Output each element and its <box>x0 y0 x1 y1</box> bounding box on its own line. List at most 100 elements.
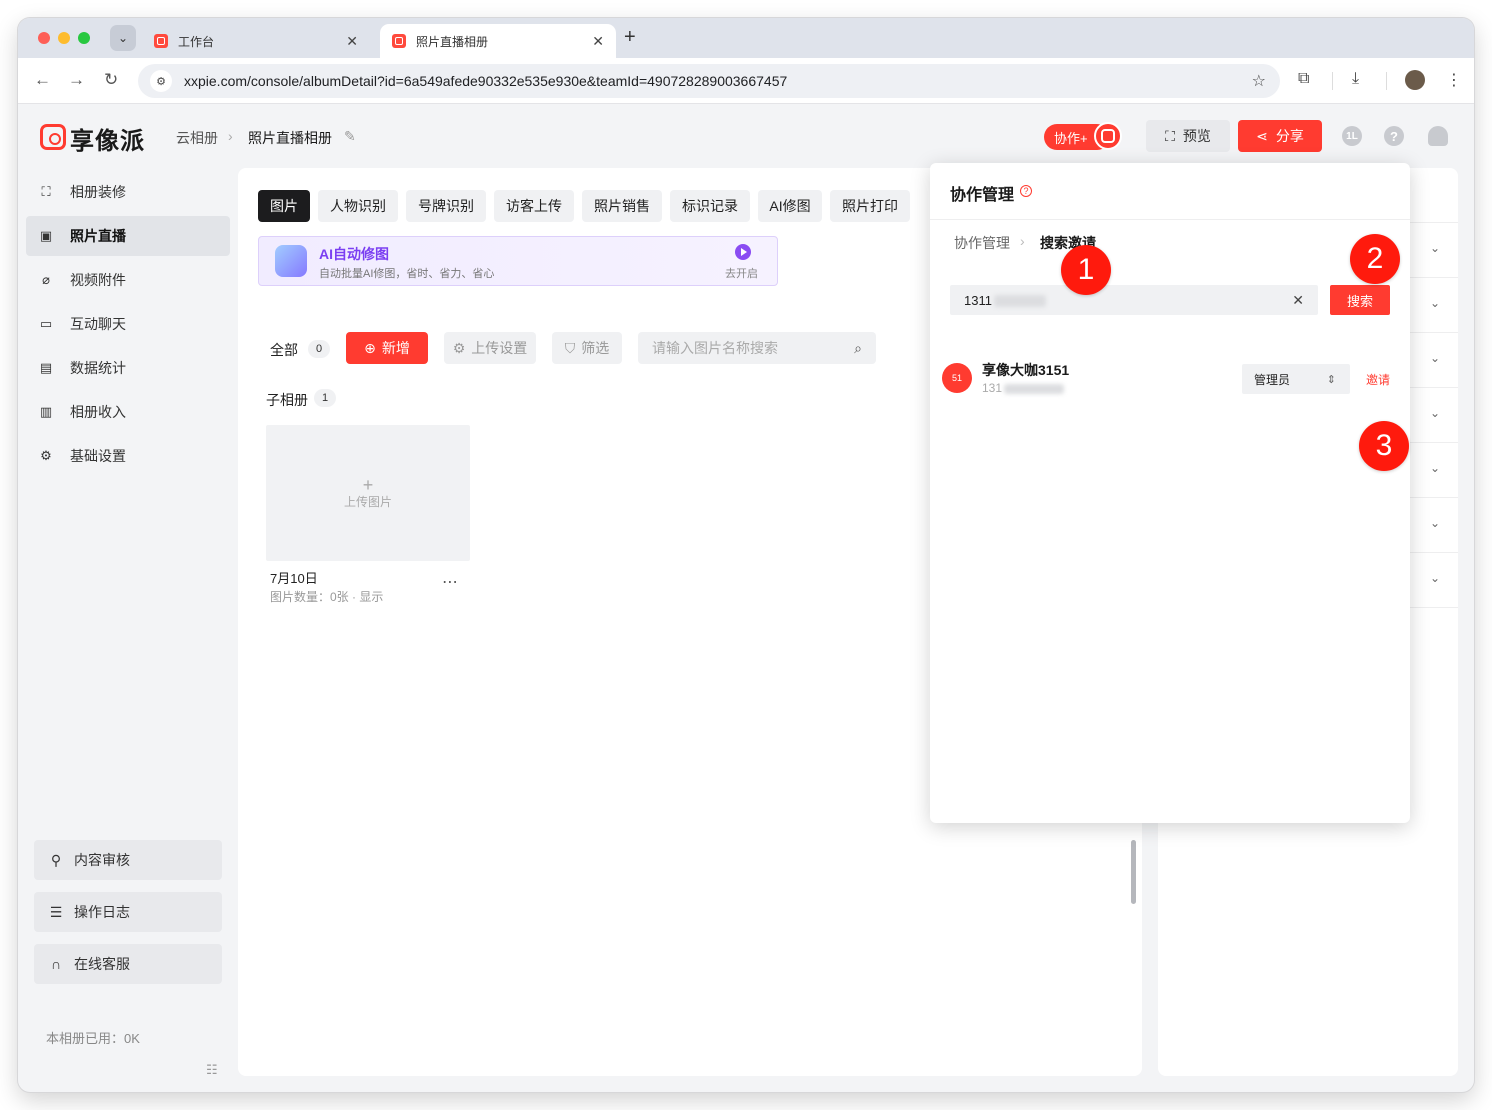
chevron-down-icon[interactable]: ⌄ <box>1430 461 1440 475</box>
tab-title: 照片直播相册 <box>416 34 489 49</box>
chevron-down-icon[interactable]: ⌄ <box>110 25 136 51</box>
ai-banner-subtitle: 自动批量AI修图，省时、省力、省心 <box>319 268 495 280</box>
collab-management-popover: 协作管理 ? 协作管理 › 搜索邀请 1311 ✕ 搜索 51 享像大咖3151… <box>930 163 1410 823</box>
tab-bib-recognition[interactable]: 号牌识别 <box>406 190 486 222</box>
download-icon[interactable]: ⤓ <box>1352 70 1359 88</box>
close-icon[interactable]: ✕ <box>592 33 604 50</box>
reload-icon[interactable]: ↻ <box>104 70 118 90</box>
step-marker-1: 1 <box>1061 245 1111 295</box>
funnel-icon: ⛉ <box>564 339 576 356</box>
star-icon[interactable]: ☆ <box>1252 71 1266 91</box>
collab-logo-icon[interactable] <box>1094 122 1122 150</box>
help-icon[interactable]: ? <box>1020 185 1032 197</box>
profile-avatar[interactable] <box>1405 70 1425 90</box>
sidebar-item-video[interactable]: ⌀ 视频附件 <box>26 260 230 300</box>
browser-tab-album[interactable]: 照片直播相册 ✕ <box>380 24 616 58</box>
scrollbar-thumb[interactable] <box>1131 840 1136 904</box>
sidebar-item-label: 数据统计 <box>70 360 126 376</box>
tab-photo-sales[interactable]: 照片销售 <box>582 190 662 222</box>
url-text[interactable]: xxpie.com/console/albumDetail?id=6a549af… <box>184 73 1252 89</box>
ai-retouch-banner[interactable]: AI自动修图 自动批量AI修图，省时、省力、省心 去开启 <box>258 236 778 286</box>
puzzle-icon[interactable]: ⧉ <box>1298 70 1309 88</box>
sidebar-item-decoration[interactable]: ⛶ 相册装修 <box>26 172 230 212</box>
arrow-right-icon[interactable]: → <box>68 70 85 90</box>
play-icon[interactable] <box>735 244 751 260</box>
collab-button-label: 协作+ <box>1054 130 1088 146</box>
chevron-down-icon[interactable]: ⌄ <box>1430 241 1440 255</box>
sidebar-item-income[interactable]: ▥ 相册收入 <box>26 392 230 432</box>
chevron-down-icon[interactable]: ⌄ <box>1430 351 1440 365</box>
stamp-icon: ⚲ <box>50 851 62 868</box>
sidebar-item-label: 相册收入 <box>70 404 126 420</box>
tab-photo-print[interactable]: 照片打印 <box>830 190 910 222</box>
user-avatar[interactable]: 1L <box>1342 126 1362 146</box>
tune-icon[interactable]: ⚙ <box>150 70 172 92</box>
chevron-down-icon[interactable]: ⌄ <box>1430 406 1440 420</box>
close-icon[interactable]: ✕ <box>346 33 358 50</box>
browser-tab-workbench[interactable]: 工作台 ✕ <box>142 24 370 58</box>
document-icon: ☰ <box>49 903 63 920</box>
more-vertical-icon[interactable]: ⋮ <box>1446 70 1462 90</box>
add-button[interactable]: ⊕ 新增 <box>346 332 428 364</box>
wallet-icon: ▥ <box>39 404 53 419</box>
chevron-down-icon[interactable]: ⌄ <box>1430 296 1440 310</box>
content-review-button[interactable]: ⚲ 内容审核 <box>34 840 222 880</box>
image-search-input[interactable]: 请输入图片名称搜索 ⌕ <box>638 332 876 364</box>
filter-button[interactable]: ⛉ 筛选 <box>552 332 622 364</box>
arrow-left-icon[interactable]: ← <box>34 70 51 90</box>
tab-mark-records[interactable]: 标识记录 <box>670 190 750 222</box>
upload-settings-label: 上传设置 <box>471 340 528 356</box>
help-icon[interactable]: ? <box>1384 126 1404 146</box>
plus-icon[interactable]: + <box>624 26 636 49</box>
chevron-right-icon: › <box>1020 233 1025 249</box>
address-bar[interactable]: ⚙ xxpie.com/console/albumDetail?id=6a549… <box>138 64 1280 98</box>
search-button[interactable]: 搜索 <box>1330 285 1390 315</box>
tab-ai-retouch[interactable]: AI修图 <box>758 190 822 222</box>
logo-icon <box>40 124 66 150</box>
edit-icon[interactable]: ✎ <box>344 128 356 145</box>
phone-search-input[interactable]: 1311 ✕ <box>950 285 1318 315</box>
more-horizontal-icon[interactable]: ⋯ <box>442 572 458 592</box>
browser-toolbar: ← → ↻ ⚙ xxpie.com/console/albumDetail?id… <box>18 58 1474 104</box>
tab-images[interactable]: 图片 <box>258 190 310 222</box>
bell-icon[interactable] <box>1428 126 1448 146</box>
preview-button[interactable]: ⛶ 预览 <box>1146 120 1230 152</box>
chevron-down-icon[interactable]: ⌄ <box>1430 571 1440 585</box>
bottom-btn-label: 内容审核 <box>74 852 130 868</box>
collapse-icon[interactable]: ☷ <box>206 1062 218 1078</box>
logo-text[interactable]: 享像派 <box>70 121 145 156</box>
upload-image-card[interactable]: + 上传图片 <box>266 425 470 561</box>
search-value: 1311 <box>964 293 1046 308</box>
chevron-down-icon[interactable]: ⌄ <box>1430 516 1440 530</box>
online-service-button[interactable]: ∩ 在线客服 <box>34 944 222 984</box>
sidebar-item-photo-live[interactable]: ▣ 照片直播 <box>26 216 230 256</box>
share-button[interactable]: ⋖ 分享 <box>1238 120 1322 152</box>
tab-visitor-upload[interactable]: 访客上传 <box>494 190 574 222</box>
sidebar-item-stats[interactable]: ▤ 数据统计 <box>26 348 230 388</box>
close-icon[interactable]: ✕ <box>1292 292 1304 309</box>
ai-banner-title: AI自动修图 <box>319 246 389 262</box>
invite-button[interactable]: 邀请 <box>1366 371 1390 388</box>
close-window-button[interactable] <box>38 32 50 44</box>
upload-settings-button[interactable]: ⚙ 上传设置 <box>444 332 536 364</box>
sidebar-item-chat[interactable]: ▭ 互动聊天 <box>26 304 230 344</box>
maximize-window-button[interactable] <box>78 32 90 44</box>
operation-log-button[interactable]: ☰ 操作日志 <box>34 892 222 932</box>
site-favicon-icon <box>154 34 168 48</box>
ai-banner-action[interactable]: 去开启 <box>725 265 758 281</box>
search-placeholder: 请输入图片名称搜索 <box>652 340 778 356</box>
sub-album-count-badge: 1 <box>314 389 336 407</box>
divider <box>930 219 1410 220</box>
minimize-window-button[interactable] <box>58 32 70 44</box>
breadcrumb-collab[interactable]: 协作管理 <box>954 233 1010 253</box>
chevron-updown-icon: ⇕ <box>1326 373 1336 386</box>
filter-all-label[interactable]: 全部 <box>270 340 298 360</box>
sidebar-item-settings[interactable]: ⚙ 基础设置 <box>26 436 230 476</box>
preview-label: 预览 <box>1182 128 1211 144</box>
tab-face-recognition[interactable]: 人物识别 <box>318 190 398 222</box>
search-icon[interactable]: ⌕ <box>854 340 862 357</box>
share-icon: ⋖ <box>1256 127 1268 144</box>
role-select[interactable]: 管理员 ⇕ <box>1242 364 1350 394</box>
sidebar: ⛶ 相册装修 ▣ 照片直播 ⌀ 视频附件 ▭ 互动聊天 ▤ 数据统计 ▥ 相册收… <box>18 168 238 1092</box>
breadcrumb-cloud-album[interactable]: 云相册 <box>176 128 218 148</box>
